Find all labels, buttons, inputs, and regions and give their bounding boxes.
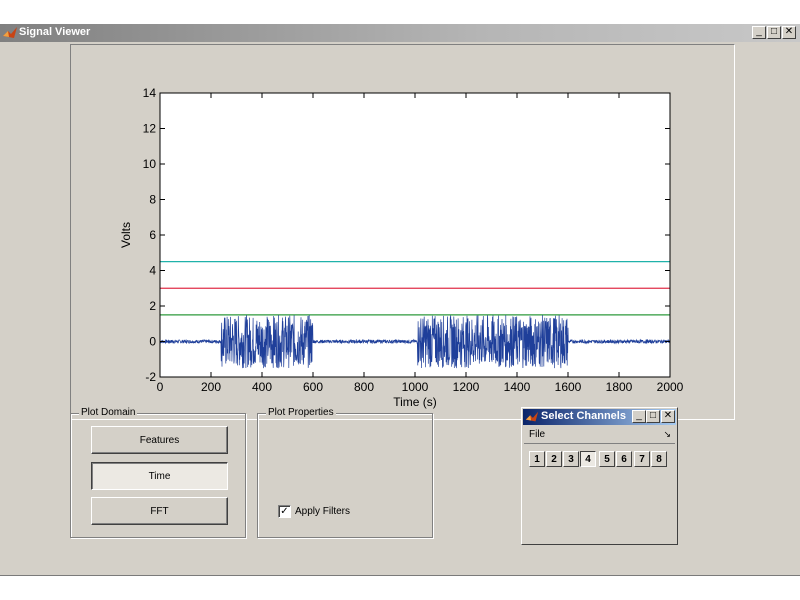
time-button[interactable]: Time xyxy=(91,462,228,490)
y-tick-label: 10 xyxy=(143,157,157,171)
x-tick-label: 1600 xyxy=(555,380,582,394)
channel-button-6[interactable]: 6 xyxy=(616,451,632,467)
channel-button-3[interactable]: 3 xyxy=(563,451,579,467)
plot-panel: 0 200 400 600 800 1000 1200 1400 1600 1800 2000 -2 0… xyxy=(70,44,735,420)
channels-minimize-button[interactable]: _ xyxy=(632,410,646,423)
x-tick-label: 1400 xyxy=(504,380,531,394)
y-tick-label: 12 xyxy=(143,122,157,136)
channel-button-4[interactable]: 4 xyxy=(580,451,596,467)
x-axis-label: Time (s) xyxy=(393,395,437,409)
title-bar[interactable]: Signal Viewer _ □ ✕ xyxy=(0,24,800,42)
plot-properties-group: Plot Properties ✓ Apply Filters xyxy=(257,407,433,538)
maximize-button[interactable]: □ xyxy=(767,26,781,39)
x-tick-label: 800 xyxy=(354,380,374,394)
channel-button-5[interactable]: 5 xyxy=(599,451,615,467)
window-title: Signal Viewer xyxy=(19,26,91,38)
y-axis-label: Volts xyxy=(119,222,133,248)
window-bottom-edge xyxy=(0,575,800,576)
plot-domain-label: Plot Domain xyxy=(79,407,138,418)
matlab-icon xyxy=(525,411,539,422)
y-tick-label: 6 xyxy=(149,228,156,242)
x-tick-label: 1200 xyxy=(453,380,480,394)
plot-properties-label: Plot Properties xyxy=(266,407,336,418)
select-channels-title-bar[interactable]: Select Channels _ □ ✕ xyxy=(523,409,676,425)
channel-button-2[interactable]: 2 xyxy=(546,451,562,467)
select-channels-title: Select Channels xyxy=(541,410,626,422)
select-channels-window: Select Channels _ □ ✕ File ↘ 1 2 3 4 5 6… xyxy=(521,407,678,545)
file-menu[interactable]: File xyxy=(529,429,545,440)
channel-button-7[interactable]: 7 xyxy=(634,451,650,467)
x-tick-label: 2000 xyxy=(657,380,684,394)
y-tick-label: 2 xyxy=(149,299,156,313)
channel-button-8[interactable]: 8 xyxy=(651,451,667,467)
fft-button[interactable]: FFT xyxy=(91,497,228,525)
plot-domain-group: Plot Domain Features Time FFT xyxy=(70,407,246,538)
y-tick-label: -2 xyxy=(145,370,156,384)
y-tick-label: 8 xyxy=(149,193,156,207)
channels-close-button[interactable]: ✕ xyxy=(661,410,675,423)
channels-maximize-button[interactable]: □ xyxy=(646,410,660,423)
y-tick-label: 0 xyxy=(149,335,156,349)
x-tick-label: 1000 xyxy=(402,380,429,394)
signal-chart[interactable]: 0 200 400 600 800 1000 1200 1400 1600 1800 2000-20… xyxy=(71,45,734,419)
y-tick-label: 14 xyxy=(143,86,157,100)
x-tick-label: 400 xyxy=(252,380,272,394)
x-tick-label: 0 xyxy=(157,380,164,394)
checkbox-check-icon[interactable]: ✓ xyxy=(278,505,291,518)
close-button[interactable]: ✕ xyxy=(782,26,796,39)
channels-menu-bar: File ↘ xyxy=(524,427,675,444)
y-tick-label: 4 xyxy=(149,264,156,278)
x-tick-label: 200 xyxy=(201,380,221,394)
features-button[interactable]: Features xyxy=(91,426,228,454)
x-tick-label: 600 xyxy=(303,380,323,394)
apply-filters-checkbox[interactable]: ✓ Apply Filters xyxy=(278,505,350,518)
channel-button-1[interactable]: 1 xyxy=(529,451,545,467)
dock-arrow-icon[interactable]: ↘ xyxy=(663,429,671,440)
apply-filters-label: Apply Filters xyxy=(295,506,351,517)
matlab-icon xyxy=(3,27,17,38)
minimize-button[interactable]: _ xyxy=(752,26,766,39)
signal-viewer-window: Signal Viewer _ □ ✕ 0 200 400 600 800 1000 120… xyxy=(0,24,800,576)
x-tick-label: 1800 xyxy=(606,380,633,394)
